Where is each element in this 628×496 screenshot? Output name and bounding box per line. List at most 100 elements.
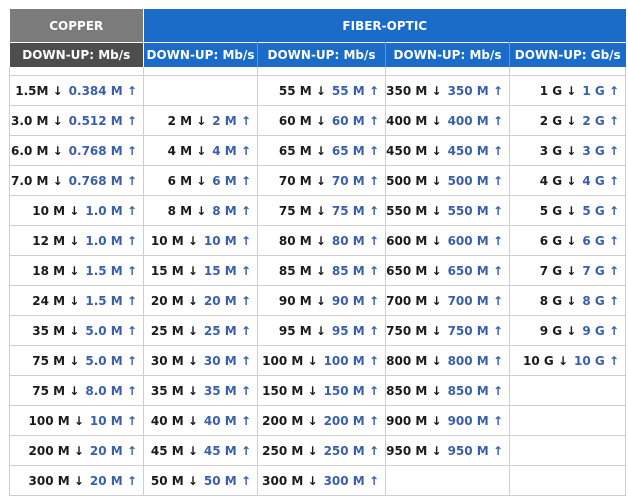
upload-speed: 950 M (447, 443, 489, 458)
download-speed: 80 M (278, 233, 312, 248)
speed-cell: 90 M ↓ 90 M ↑ (257, 285, 386, 316)
fiber-optic-group-header: FIBER-OPTIC (143, 9, 626, 43)
speed-cell: 850 M ↓ 850 M ↑ (385, 375, 510, 406)
download-speed: 6.0 M (11, 143, 49, 158)
upload-speed: 550 M (447, 203, 489, 218)
speed-cell: 100 M ↓ 10 M ↑ (9, 405, 144, 436)
speed-cell: 7 G ↓ 7 G ↑ (509, 255, 626, 286)
download-speed: 7.0 M (11, 173, 49, 188)
down-arrow-icon: ↓ (315, 83, 326, 98)
upload-speed: 1.0 M (85, 233, 123, 248)
upload-speed: 850 M (447, 383, 489, 398)
down-arrow-icon: ↓ (431, 83, 442, 98)
speed-cell: 800 M ↓ 800 M ↑ (385, 345, 510, 376)
down-arrow-icon: ↓ (187, 233, 198, 248)
table-row: 35 M ↓ 5.0 M ↑ 25 M ↓ 25 M ↑ 95 M ↓ 95 M ↑ 750… (9, 315, 626, 346)
down-arrow-icon: ↓ (187, 443, 198, 458)
down-arrow-icon: ↓ (566, 113, 577, 128)
up-arrow-icon: ↑ (492, 113, 503, 128)
down-arrow-icon: ↓ (307, 413, 318, 428)
speed-cell: 950 M ↓ 950 M ↑ (385, 435, 510, 466)
up-arrow-icon: ↑ (240, 143, 251, 158)
down-arrow-icon: ↓ (315, 203, 326, 218)
down-arrow-icon: ↓ (196, 203, 207, 218)
download-speed: 300 M (28, 473, 70, 488)
upload-speed: 500 M (447, 173, 489, 188)
up-arrow-icon: ↑ (608, 83, 619, 98)
column-header-fiber-2: DOWN-UP: Mb/s (257, 42, 386, 67)
upload-speed: 5.0 M (85, 323, 123, 338)
table-row: 18 M ↓ 1.5 M ↑ 15 M ↓ 15 M ↑ 85 M ↓ 85 M ↑ 650… (9, 255, 626, 286)
up-arrow-icon: ↑ (126, 443, 137, 458)
upload-speed: 7 G (582, 263, 605, 278)
spacer-cell (509, 67, 626, 76)
up-arrow-icon: ↑ (126, 143, 137, 158)
speed-cell: 700 M ↓ 700 M ↑ (385, 285, 510, 316)
up-arrow-icon: ↑ (240, 353, 251, 368)
down-arrow-icon: ↓ (187, 353, 198, 368)
up-arrow-icon: ↑ (240, 263, 251, 278)
download-speed: 25 M (150, 323, 184, 338)
speed-cell (509, 435, 626, 466)
upload-speed: 20 M (203, 293, 237, 308)
up-arrow-icon: ↑ (240, 113, 251, 128)
speed-cell: 550 M ↓ 550 M ↑ (385, 195, 510, 226)
down-arrow-icon: ↓ (307, 353, 318, 368)
up-arrow-icon: ↑ (368, 473, 379, 488)
down-arrow-icon: ↓ (307, 473, 318, 488)
upload-speed: 9 G (582, 323, 605, 338)
download-speed: 3.0 M (11, 113, 49, 128)
table-row: 300 M ↓ 20 M ↑ 50 M ↓ 50 M ↑ 300 M ↓ 300 M ↑ (9, 465, 626, 496)
down-arrow-icon: ↓ (566, 173, 577, 188)
copper-group-header: COPPER (9, 9, 144, 43)
speed-cell: 8 G ↓ 8 G ↑ (509, 285, 626, 316)
up-arrow-icon: ↑ (368, 353, 379, 368)
upload-speed: 40 M (203, 413, 237, 428)
upload-speed: 95 M (331, 323, 365, 338)
upload-speed: 350 M (447, 83, 489, 98)
upload-speed: 80 M (331, 233, 365, 248)
download-speed: 20 M (150, 293, 184, 308)
upload-speed: 700 M (447, 293, 489, 308)
up-arrow-icon: ↑ (368, 323, 379, 338)
upload-speed: 5 G (582, 203, 605, 218)
upload-speed: 1 G (582, 83, 605, 98)
download-speed: 75 M (278, 203, 312, 218)
download-speed: 10 M (32, 203, 66, 218)
download-speed: 100 M (28, 413, 70, 428)
down-arrow-icon: ↓ (431, 173, 442, 188)
upload-speed: 200 M (323, 413, 365, 428)
upload-speed: 25 M (203, 323, 237, 338)
speed-cell: 600 M ↓ 600 M ↑ (385, 225, 510, 256)
upload-speed: 0.768 M (68, 173, 123, 188)
download-speed: 600 M (386, 233, 428, 248)
speed-cell (143, 75, 258, 106)
speed-cell: 10 M ↓ 1.0 M ↑ (9, 195, 144, 226)
up-arrow-icon: ↑ (608, 293, 619, 308)
up-arrow-icon: ↑ (492, 203, 503, 218)
down-arrow-icon: ↓ (73, 473, 84, 488)
speed-cell: 900 M ↓ 900 M ↑ (385, 405, 510, 436)
speed-cell: 9 G ↓ 9 G ↑ (509, 315, 626, 346)
table-row: 24 M ↓ 1.5 M ↑ 20 M ↓ 20 M ↑ 90 M ↓ 90 M ↑ 700… (9, 285, 626, 316)
down-arrow-icon: ↓ (69, 203, 80, 218)
speed-cell: 35 M ↓ 35 M ↑ (143, 375, 258, 406)
speed-cell: 45 M ↓ 45 M ↑ (143, 435, 258, 466)
down-arrow-icon: ↓ (315, 263, 326, 278)
table-row: 75 M ↓ 5.0 M ↑ 30 M ↓ 30 M ↑ 100 M ↓ 100 M ↑ 8… (9, 345, 626, 376)
speed-cell: 75 M ↓ 75 M ↑ (257, 195, 386, 226)
up-arrow-icon: ↑ (126, 173, 137, 188)
upload-speed: 0.384 M (68, 83, 123, 98)
up-arrow-icon: ↑ (126, 383, 137, 398)
down-arrow-icon: ↓ (69, 293, 80, 308)
download-speed: 24 M (32, 293, 66, 308)
down-arrow-icon: ↓ (431, 293, 442, 308)
download-speed: 150 M (262, 383, 304, 398)
download-speed: 3 G (539, 143, 563, 158)
column-header-fiber-3: DOWN-UP: Mb/s (385, 42, 510, 67)
up-arrow-icon: ↑ (368, 233, 379, 248)
upload-speed: 1.5 M (85, 263, 123, 278)
up-arrow-icon: ↑ (368, 263, 379, 278)
table-row: 6.0 M ↓ 0.768 M ↑ 4 M ↓ 4 M ↑ 65 M ↓ 65 M ↑ 45… (9, 135, 626, 166)
table-row: 75 M ↓ 8.0 M ↑ 35 M ↓ 35 M ↑ 150 M ↓ 150 M ↑ 8… (9, 375, 626, 406)
